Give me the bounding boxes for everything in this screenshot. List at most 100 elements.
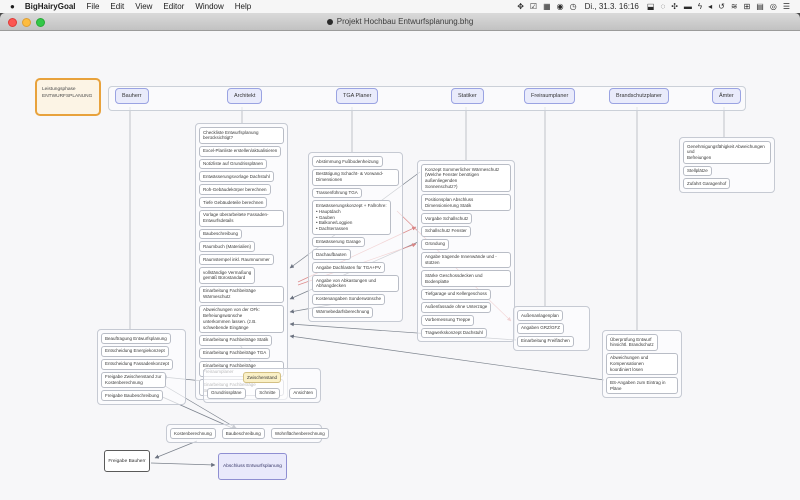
- tga-task-node[interactable]: Dachaufbauten: [312, 249, 351, 260]
- tga-task-node[interactable]: Kostenangaben Sonderwünsche: [312, 294, 385, 305]
- bauherr-task-node[interactable]: Freigabe Baubeschreibung: [101, 390, 163, 401]
- architekt-task-node[interactable]: Abweichungen von der OFk: Befreiungswüns…: [199, 305, 284, 333]
- calendar-grid-icon[interactable]: ▦: [543, 3, 551, 11]
- tga-task-node[interactable]: Abstimmung Fußbodenheizung: [312, 156, 383, 167]
- architekt-task-node[interactable]: Raumbuch (Materialien): [199, 241, 255, 252]
- keyboard-icon[interactable]: ▬: [684, 3, 692, 11]
- tga-task-node[interactable]: Entwässerung Garage: [312, 237, 365, 248]
- notification-center-icon[interactable]: ☰: [783, 3, 790, 11]
- app-menu-bighairygoal[interactable]: BigHairyGoal: [25, 2, 76, 11]
- statiker-task-node[interactable]: Angabe tragende Innenwände und -stützen: [421, 252, 511, 269]
- menu-item[interactable]: Window: [195, 2, 223, 11]
- tga-task-node[interactable]: Entwässerungskonzept + Fallrohre: • Haup…: [312, 200, 391, 234]
- statiker-task-node[interactable]: Konzept Sommerlicher Wärmeschutz (Welche…: [421, 164, 511, 192]
- zwischenstand-item-node[interactable]: Grundrisspläne: [207, 388, 246, 399]
- architekt-task-node[interactable]: Tiefe Gebäudeteile berechnen: [199, 197, 267, 208]
- brandschutz-task-node[interactable]: Abweichungen und Kompensationen koordini…: [606, 353, 678, 376]
- battery-charging-icon[interactable]: ϟ: [698, 3, 702, 11]
- zwischenstand-node[interactable]: Zwischenstand: [243, 372, 281, 383]
- ergebnisse-group[interactable]: KostenberechnungBaubeschreibungWohnfläch…: [166, 424, 322, 443]
- zoom-button[interactable]: [36, 18, 45, 27]
- fan-icon[interactable]: ✣: [671, 3, 678, 11]
- architekt-task-node[interactable]: Einarbeitung Fachbeiträge Statik: [199, 335, 272, 346]
- architekt-task-node[interactable]: Baubeschreibung: [199, 229, 242, 240]
- speech-bubble-icon[interactable]: ◌: [660, 3, 665, 11]
- abschluss-node[interactable]: Abschluss Entwurfsplanung: [218, 453, 287, 480]
- menu-bar-clock[interactable]: Di., 31.3. 16:16: [585, 2, 639, 11]
- input-source-icon[interactable]: ⊞: [744, 3, 751, 11]
- architekt-task-node[interactable]: Excel-Planliste erstellen/aktualisieren: [199, 146, 281, 157]
- menu-item[interactable]: Edit: [110, 2, 124, 11]
- bauherr-task-node[interactable]: Entscheidung Fassadenkonzept: [101, 359, 173, 370]
- clock-outline-icon[interactable]: ◷: [570, 3, 577, 11]
- display-mirroring-icon[interactable]: ⬓: [647, 3, 655, 11]
- aemter-task-node[interactable]: Genehmigungsfähigkeit Abweichungen und B…: [683, 141, 771, 164]
- statiker-task-node[interactable]: Außenfassade ohne Unterzüge: [421, 302, 491, 313]
- bauherr-task-node[interactable]: Beauftragung Entwurfsplanung: [101, 333, 171, 344]
- bauherr-task-group[interactable]: Beauftragung Entwurfsplanung Entscheidung…: [97, 329, 186, 405]
- wifi-icon[interactable]: ≋: [731, 3, 738, 11]
- tga-task-node[interactable]: Bestätigung Schacht- & Vorwand-Dimension…: [312, 169, 399, 186]
- apple-menu-icon[interactable]: ●: [10, 3, 15, 11]
- freigabe-bauherr-node[interactable]: Freigabe Bauherr: [104, 450, 150, 472]
- statiker-task-node[interactable]: Tragwerkskonzept Dachstuhl: [421, 328, 487, 339]
- bauherr-task-node[interactable]: Freigabe Zwischenstand zur Kostenberechn…: [101, 372, 166, 389]
- architekt-task-node[interactable]: vollständige Vermaßung gemäß Bürostandar…: [199, 267, 255, 284]
- brandschutz-task-node[interactable]: BS-Angaben zum Eintrag in Pläne: [606, 377, 678, 394]
- statiker-task-node[interactable]: Tiefgarage und Kellergeschoss: [421, 289, 491, 300]
- architekt-task-node[interactable]: Entwässerungsvorlage Dachstuhl: [199, 171, 274, 182]
- volume-icon[interactable]: ◂: [708, 3, 712, 11]
- brandschutz-task-node[interactable]: Überprüfung Entwurf hinsichtl. Brandschu…: [606, 334, 658, 351]
- statiker-task-node[interactable]: Stärke Geschossdecken und Bodenplatte: [421, 270, 511, 287]
- role-aemter[interactable]: Ämter: [712, 88, 741, 104]
- time-machine-icon[interactable]: ↺: [718, 3, 725, 11]
- minimize-button[interactable]: [22, 18, 31, 27]
- statiker-task-node[interactable]: Positionsplan Abschluss Dimensionierung …: [421, 194, 511, 211]
- role-bauherr[interactable]: Bauherr: [115, 88, 149, 104]
- freiraum-task-node[interactable]: Angaben GRZ/GFZ: [517, 323, 564, 334]
- menu-item[interactable]: File: [87, 2, 100, 11]
- ergebnis-node[interactable]: Kostenberechnung: [170, 428, 216, 439]
- architekt-task-node[interactable]: Notizliste auf Grundrissplänen: [199, 159, 267, 170]
- app-crash-icon[interactable]: ✥: [517, 3, 524, 11]
- chat-badge-icon[interactable]: ◉: [557, 3, 564, 11]
- battery-level-icon[interactable]: ▤: [756, 3, 764, 11]
- tga-task-node[interactable]: Wärmebedarfsberechnung: [312, 307, 373, 318]
- freiraum-task-node[interactable]: Einarbeitung Freiflächen: [517, 336, 574, 347]
- architekt-task-node[interactable]: Roh-Gebäudekörper berechnen: [199, 184, 271, 195]
- architekt-task-node[interactable]: Einarbeitung Fachbeiträge TGA: [199, 348, 270, 359]
- architekt-task-node[interactable]: Checkliste Entwurfsplanung berücksichtig…: [199, 127, 284, 144]
- tga-task-group[interactable]: Abstimmung Fußbodenheizung Bestätigung Sc…: [308, 152, 403, 322]
- window-title-bar[interactable]: Projekt Hochbau Entwurfsplanung.bhg: [0, 13, 800, 31]
- statiker-task-group[interactable]: Konzept Sommerlicher Wärmeschutz (Welche…: [417, 160, 515, 342]
- tga-task-node[interactable]: Angabe von Abkastungen und Abhangdecken: [312, 275, 399, 292]
- role-brandschutzplaner[interactable]: Brandschutzplaner: [609, 88, 669, 104]
- zwischenstand-item-node[interactable]: Schnitte: [255, 388, 279, 399]
- statiker-task-node[interactable]: Gründung: [421, 239, 449, 250]
- spotlight-icon[interactable]: ◎: [770, 3, 777, 11]
- tga-task-node[interactable]: Angabe Dachlasten für TGA+PV: [312, 262, 385, 273]
- role-tga-planer[interactable]: TGA Planer: [336, 88, 378, 104]
- zwischenstand-group[interactable]: Zwischenstand Grundrisspläne Schnitte Ansi…: [203, 368, 321, 403]
- role-architekt[interactable]: Architekt: [227, 88, 262, 104]
- aemter-task-node[interactable]: Zufahrt Garagenhof: [683, 178, 730, 189]
- architekt-task-node[interactable]: Raumstempel inkl. Raumnummer: [199, 254, 274, 265]
- bauherr-task-node[interactable]: Entscheidung Energiekonzept: [101, 346, 169, 357]
- aemter-task-node[interactable]: Stellplätze: [683, 166, 712, 177]
- start-node-leistungsphase[interactable]: Leistungsphase ENTWURFSPLANUNG: [35, 78, 101, 116]
- ergebnis-node[interactable]: Baubeschreibung: [222, 428, 265, 439]
- architekt-task-node[interactable]: Vorlage überarbeitete Fassaden-Entwurfsd…: [199, 210, 284, 227]
- menu-item[interactable]: Help: [235, 2, 251, 11]
- brandschutz-task-group[interactable]: Überprüfung Entwurf hinsichtl. Brandschu…: [602, 330, 682, 398]
- freiraum-task-node[interactable]: Außenanlagenplan: [517, 310, 563, 321]
- freiraumplaner-task-group[interactable]: Außenanlagenplan Angaben GRZ/GFZ Einarbeit…: [513, 306, 590, 351]
- menu-item[interactable]: Editor: [163, 2, 184, 11]
- close-button[interactable]: [8, 18, 17, 27]
- check-circle-icon[interactable]: ☑: [530, 3, 537, 11]
- statiker-task-node[interactable]: Vorgabe Schallschutz: [421, 213, 472, 224]
- statiker-task-node[interactable]: Vorbemessung Treppe: [421, 315, 474, 326]
- ergebnis-node[interactable]: Wohnflächenberechnung: [271, 428, 329, 439]
- zwischenstand-item-node[interactable]: Ansichten: [289, 388, 317, 399]
- architekt-task-group[interactable]: Checkliste Entwurfsplanung berücksichtig…: [195, 123, 288, 400]
- role-statiker[interactable]: Statiker: [451, 88, 484, 104]
